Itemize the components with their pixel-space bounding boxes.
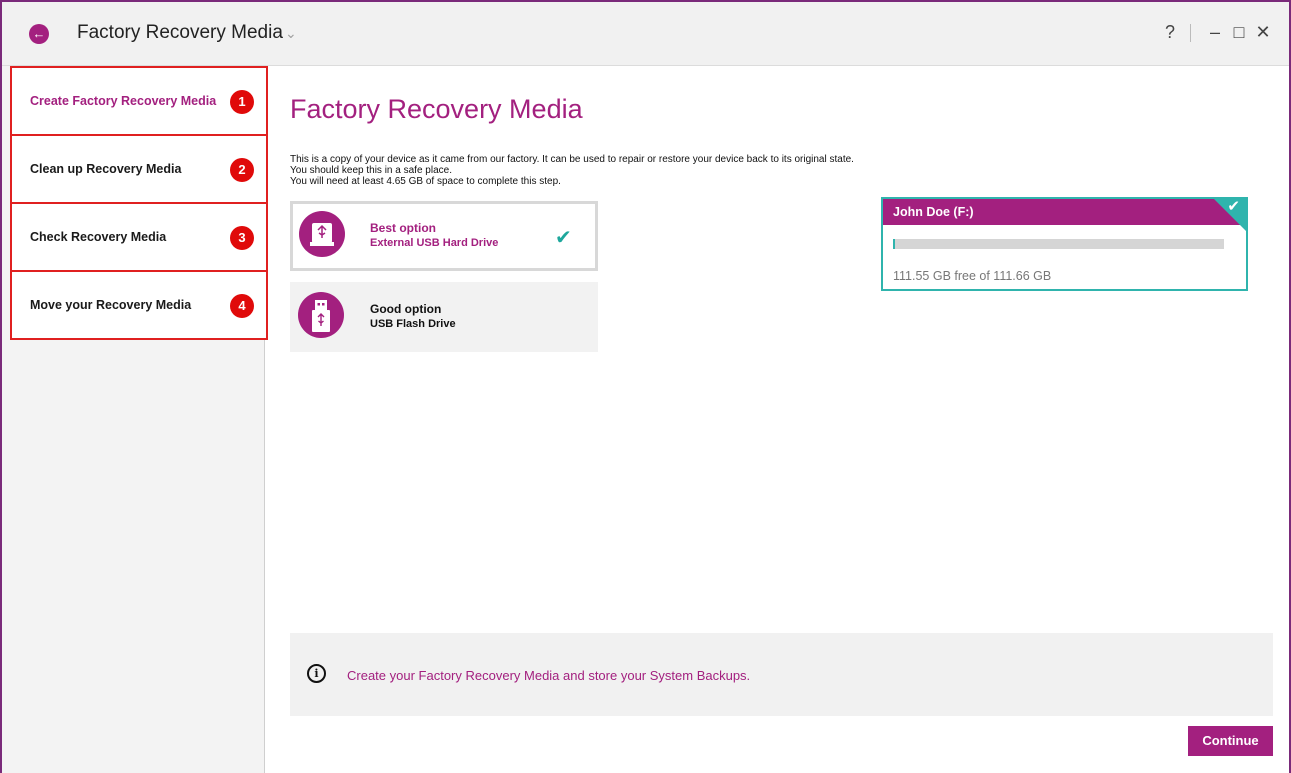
window-controls: ? – □ ✕ [1158, 22, 1275, 43]
divider [1190, 23, 1191, 42]
info-icon: i [307, 664, 326, 683]
sidebar-item-label: Move your Recovery Media [30, 298, 192, 312]
app-window: ← Factory Recovery Media ⌄ ? – □ ✕ Creat… [0, 0, 1291, 773]
option-external-usb-hard-drive[interactable]: Best option External USB Hard Drive ✔ [290, 201, 598, 271]
description: This is a copy of your device as it came… [290, 154, 854, 187]
description-line: You should keep this in a safe place. [290, 165, 452, 176]
sidebar-item-label: Clean up Recovery Media [30, 162, 182, 176]
drive-name: John Doe (F:) [893, 205, 974, 219]
option-usb-flash-drive[interactable]: Good option USB Flash Drive [290, 282, 598, 352]
check-icon: ✔ [555, 227, 572, 249]
option-subtitle: External USB Hard Drive [370, 237, 499, 249]
drive-usage-fill [893, 239, 895, 249]
usb-flash-drive-icon [298, 292, 344, 338]
page-title: Factory Recovery Media [290, 94, 583, 124]
sidebar-item-move-your-recovery-media[interactable]: Move your Recovery Media 4 [10, 270, 268, 340]
info-panel: i Create your Factory Recovery Media and… [290, 633, 1273, 716]
app-title: Factory Recovery Media [77, 22, 283, 43]
drive-header: John Doe (F:) [883, 199, 1246, 225]
drive-free-space: 111.55 GB free of 111.66 GB [893, 269, 1052, 283]
check-icon: ✔ [1227, 198, 1240, 215]
drive-usage-bar [893, 239, 1224, 249]
title-bar: ← Factory Recovery Media ⌄ ? – □ ✕ [2, 2, 1289, 66]
sidebar-item-label: Create Factory Recovery Media [30, 94, 217, 108]
back-arrow-icon[interactable]: ← [29, 24, 49, 44]
chevron-down-icon[interactable]: ⌄ [285, 25, 297, 42]
drive-card[interactable]: John Doe (F:) ✔ 111.55 GB free of 111.66… [881, 197, 1248, 291]
usb-hard-drive-icon [299, 211, 345, 257]
step-badge: 2 [230, 158, 254, 182]
option-title: Best option [370, 221, 436, 235]
step-badge: 1 [230, 90, 254, 114]
sidebar-item-clean-up-recovery-media[interactable]: Clean up Recovery Media 2 [10, 134, 268, 204]
help-button[interactable]: ? [1158, 22, 1182, 43]
option-subtitle: USB Flash Drive [370, 318, 456, 330]
close-button[interactable]: ✕ [1251, 22, 1275, 43]
sidebar: Create Factory Recovery Media 1 Clean up… [2, 66, 268, 773]
step-badge: 4 [230, 294, 254, 318]
continue-button[interactable]: Continue [1188, 726, 1273, 756]
sidebar-item-label: Check Recovery Media [30, 230, 167, 244]
step-badge: 3 [230, 226, 254, 250]
description-line: This is a copy of your device as it came… [290, 154, 854, 165]
maximize-button[interactable]: □ [1227, 22, 1251, 43]
description-line: You will need at least 4.65 GB of space … [290, 176, 561, 187]
option-title: Good option [370, 302, 442, 316]
minimize-button[interactable]: – [1203, 22, 1227, 43]
info-text: Create your Factory Recovery Media and s… [347, 668, 751, 683]
sidebar-item-check-recovery-media[interactable]: Check Recovery Media 3 [10, 202, 268, 272]
sidebar-item-create-factory-recovery-media[interactable]: Create Factory Recovery Media 1 [10, 66, 268, 136]
